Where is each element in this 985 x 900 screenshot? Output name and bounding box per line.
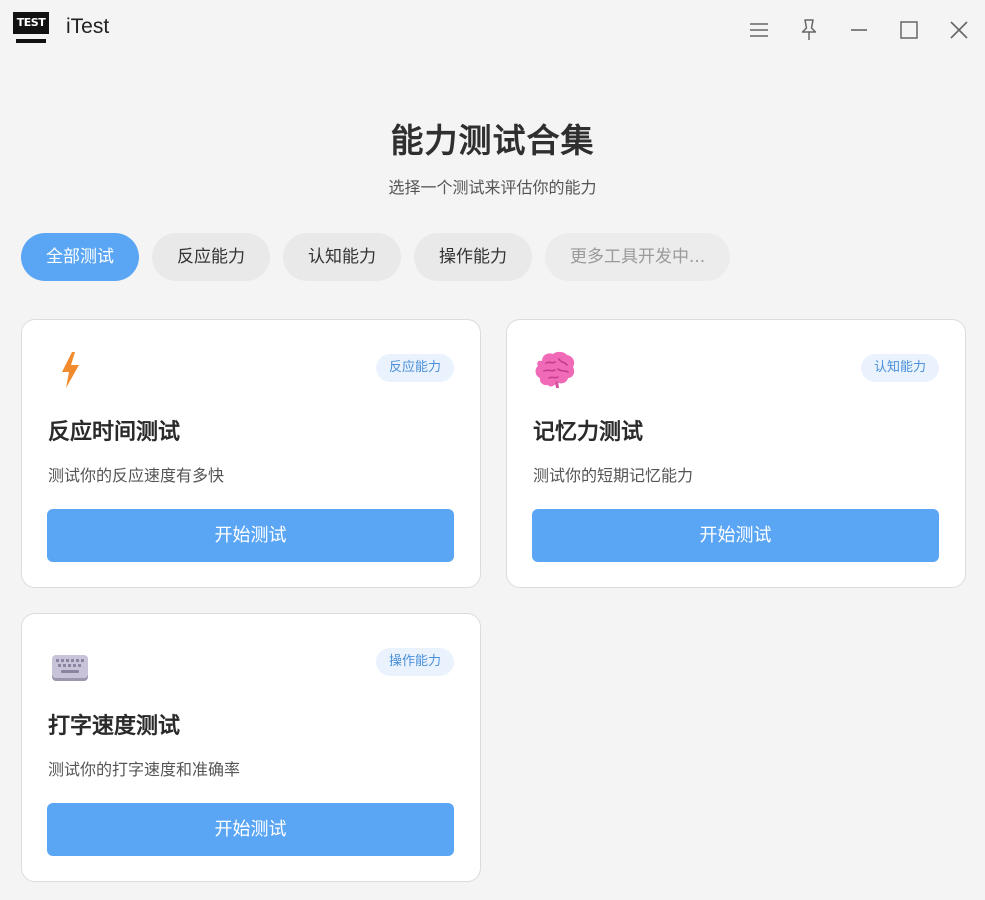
category-tabs: 全部测试 反应能力 认知能力 操作能力 更多工具开发中... [21, 233, 731, 281]
minimize-icon[interactable] [841, 12, 877, 48]
app-title: iTest [66, 15, 110, 38]
category-badge: 操作能力 [375, 648, 454, 676]
brain-icon [533, 348, 577, 392]
menu-icon[interactable] [741, 12, 777, 48]
test-card-memory: 认知能力 记忆力测试 测试你的短期记忆能力 开始测试 [506, 319, 966, 588]
page-subtitle: 选择一个测试来评估你的能力 [388, 178, 597, 197]
close-icon[interactable] [941, 12, 977, 48]
app-logo: TEST [13, 12, 49, 45]
tab-reaction[interactable]: 反应能力 [152, 233, 270, 281]
category-badge: 反应能力 [375, 354, 454, 382]
card-title: 反应时间测试 [48, 420, 181, 445]
keyboard-icon [48, 646, 92, 690]
test-card-typing: 操作能力 打字速度测试 测试你的打字速度和准确率 开始测试 [21, 613, 481, 882]
card-description: 测试你的反应速度有多快 [48, 466, 225, 485]
start-test-button[interactable]: 开始测试 [47, 509, 454, 562]
category-badge: 认知能力 [860, 354, 939, 382]
card-description: 测试你的短期记忆能力 [533, 466, 694, 485]
app-logo-bar [16, 39, 46, 43]
pin-icon[interactable] [791, 12, 827, 48]
start-test-button[interactable]: 开始测试 [532, 509, 939, 562]
start-test-button[interactable]: 开始测试 [47, 803, 454, 856]
card-title: 记忆力测试 [533, 420, 644, 445]
title-bar: TEST iTest [0, 0, 985, 60]
lightning-icon [48, 348, 92, 392]
tab-operation[interactable]: 操作能力 [414, 233, 532, 281]
page-title: 能力测试合集 [390, 121, 595, 160]
test-card-reaction: 反应能力 反应时间测试 测试你的反应速度有多快 开始测试 [21, 319, 481, 588]
app-logo-text: TEST [13, 12, 49, 34]
card-description: 测试你的打字速度和准确率 [48, 760, 241, 779]
tab-cognitive[interactable]: 认知能力 [283, 233, 401, 281]
tab-more-tools: 更多工具开发中... [545, 233, 731, 281]
tab-all-tests[interactable]: 全部测试 [21, 233, 139, 281]
card-title: 打字速度测试 [48, 714, 181, 739]
maximize-icon[interactable] [891, 12, 927, 48]
